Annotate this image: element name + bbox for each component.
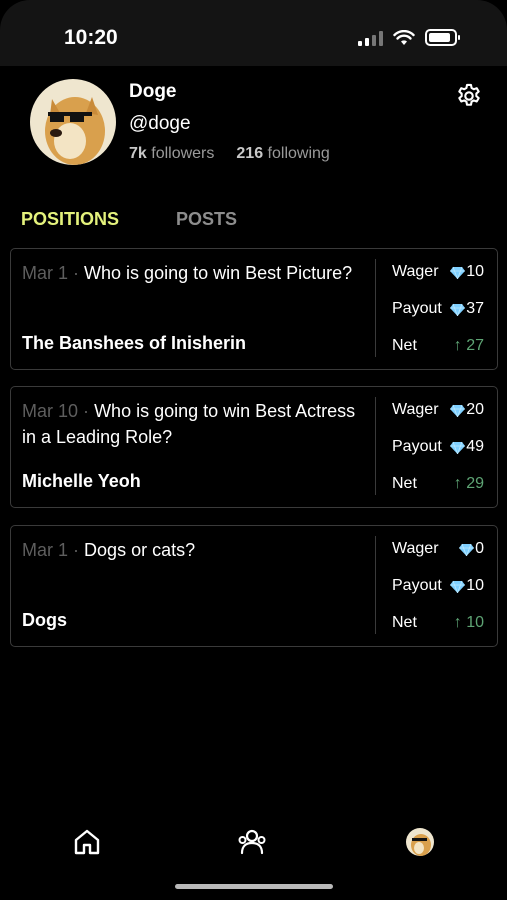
- profile-handle: @doge: [129, 113, 191, 134]
- payout-label: Payout: [392, 300, 442, 317]
- signal-icon: [358, 30, 383, 46]
- status-time: 10:20: [64, 26, 118, 49]
- net-row: Net ↑ 29: [392, 475, 484, 495]
- position-date: Mar 1: [22, 263, 69, 283]
- diamond-icon: [450, 441, 466, 454]
- wager-row: Wager 10: [392, 263, 484, 283]
- following-count: 216: [236, 145, 264, 162]
- position-card[interactable]: Mar 1 · Dogs or cats? Dogs Wager 0 Payou…: [10, 525, 498, 647]
- question-text: Who is going to win Best Picture?: [84, 263, 353, 283]
- payout-label: Payout: [392, 577, 442, 594]
- home-icon[interactable]: [72, 827, 102, 857]
- payout-value: 49: [466, 438, 484, 455]
- net-value: ↑ 10: [453, 614, 484, 631]
- divider: [375, 536, 376, 634]
- profile-stats: 7k followers 216 following: [129, 145, 330, 163]
- followers-label: followers: [151, 145, 215, 162]
- home-indicator: [175, 884, 333, 889]
- tab-posts[interactable]: POSTS: [176, 209, 237, 230]
- diamond-icon: [450, 266, 466, 279]
- avatar: [30, 79, 116, 165]
- status-icons: [358, 29, 460, 46]
- wager-row: Wager 0: [392, 540, 484, 560]
- followers-link[interactable]: 7k followers: [129, 145, 214, 162]
- people-icon[interactable]: [236, 826, 268, 858]
- payout-row: Payout 10: [392, 577, 484, 597]
- wager-value: 20: [466, 401, 484, 418]
- diamond-icon: [459, 543, 475, 556]
- divider: [375, 259, 376, 357]
- date-separator: ·: [73, 263, 80, 283]
- payout-value: 10: [466, 577, 484, 594]
- wifi-icon: [393, 29, 415, 45]
- position-card[interactable]: Mar 10 · Who is going to win Best Actres…: [10, 386, 498, 508]
- net-row: Net ↑ 10: [392, 614, 484, 634]
- date-separator: ·: [83, 401, 90, 421]
- gear-icon[interactable]: [455, 82, 483, 110]
- position-answer: The Banshees of Inisherin: [22, 333, 247, 353]
- following-link[interactable]: 216 following: [236, 145, 329, 162]
- divider: [375, 397, 376, 495]
- wager-label: Wager: [392, 263, 439, 280]
- battery-icon: [425, 29, 460, 46]
- followers-count: 7k: [129, 145, 147, 162]
- diamond-icon: [450, 303, 466, 316]
- payout-row: Payout 49: [392, 438, 484, 458]
- position-card[interactable]: Mar 1 · Who is going to win Best Picture…: [10, 248, 498, 370]
- net-label: Net: [392, 475, 417, 492]
- profile-avatar-icon[interactable]: [405, 827, 435, 857]
- payout-label: Payout: [392, 438, 442, 455]
- diamond-icon: [450, 580, 466, 593]
- wager-label: Wager: [392, 401, 439, 418]
- net-label: Net: [392, 337, 417, 354]
- profile-name: Doge: [129, 81, 177, 102]
- position-answer: Dogs: [22, 610, 67, 630]
- following-label: following: [267, 145, 330, 162]
- wager-label: Wager: [392, 540, 439, 557]
- position-answer: Michelle Yeoh: [22, 471, 141, 491]
- net-value: ↑ 29: [453, 475, 484, 492]
- position-question: Mar 10 · Who is going to win Best Actres…: [22, 398, 362, 450]
- position-date: Mar 1: [22, 540, 69, 560]
- tab-positions[interactable]: POSITIONS: [21, 209, 119, 230]
- payout-row: Payout 37: [392, 300, 484, 320]
- net-row: Net ↑ 27: [392, 337, 484, 357]
- wager-row: Wager 20: [392, 401, 484, 421]
- net-value: ↑ 27: [453, 337, 484, 354]
- question-text: Dogs or cats?: [84, 540, 196, 560]
- position-question: Mar 1 · Dogs or cats?: [22, 537, 362, 563]
- status-bar: 10:20: [0, 0, 507, 66]
- position-date: Mar 10: [22, 401, 79, 421]
- wager-value: 0: [475, 540, 484, 557]
- date-separator: ·: [73, 540, 80, 560]
- wager-value: 10: [466, 263, 484, 280]
- net-label: Net: [392, 614, 417, 631]
- payout-value: 37: [466, 300, 484, 317]
- diamond-icon: [450, 404, 466, 417]
- position-question: Mar 1 · Who is going to win Best Picture…: [22, 260, 362, 286]
